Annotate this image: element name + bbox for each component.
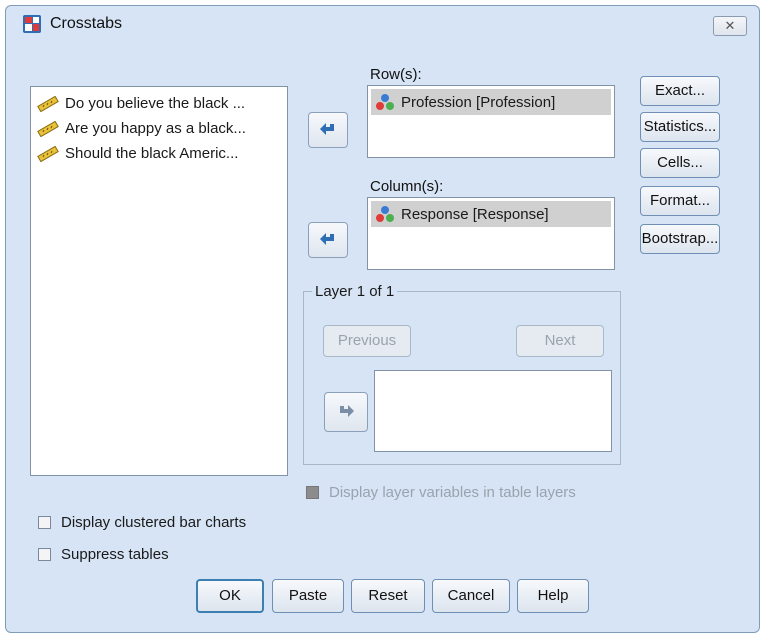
move-to-rows-button[interactable] [308, 112, 348, 148]
checkbox-box [38, 548, 51, 561]
ruler-scale-icon [37, 120, 59, 137]
bootstrap-button[interactable]: Bootstrap... [640, 224, 720, 254]
previous-layer-button[interactable]: Previous [323, 325, 411, 357]
source-variable-list[interactable]: Do you believe the black ... Are you hap… [30, 86, 288, 476]
rows-label: Row(s): [370, 66, 422, 83]
checkbox-label: Display clustered bar charts [61, 514, 247, 531]
list-item[interactable]: Are you happy as a black... [31, 116, 287, 141]
rows-list[interactable]: Profession [Profession] [367, 85, 615, 158]
suppress-tables-checkbox[interactable]: Suppress tables [38, 546, 169, 563]
checkbox-box [306, 486, 319, 499]
columns-list[interactable]: Response [Response] [367, 197, 615, 270]
layer-legend: Layer 1 of 1 [312, 283, 398, 300]
dialog-title: Crosstabs [50, 15, 123, 32]
arrow-right-icon [340, 405, 354, 417]
cells-button[interactable]: Cells... [640, 148, 720, 178]
column-variable-label: Response [Response] [401, 205, 549, 223]
variable-label: Should the black Americ... [65, 145, 239, 162]
list-item[interactable]: Do you believe the black ... [31, 91, 287, 116]
nominal-balls-icon [376, 94, 394, 110]
clustered-bar-charts-checkbox[interactable]: Display clustered bar charts [38, 514, 246, 531]
move-to-layer-button[interactable] [324, 392, 368, 432]
statistics-button[interactable]: Statistics... [640, 112, 720, 142]
close-button[interactable]: ✕ [713, 16, 747, 36]
format-button[interactable]: Format... [640, 186, 720, 216]
close-icon: ✕ [724, 18, 736, 33]
arrow-left-icon [320, 233, 334, 245]
exact-button[interactable]: Exact... [640, 76, 720, 106]
ruler-scale-icon [37, 145, 59, 162]
ruler-scale-icon [37, 95, 59, 112]
help-button[interactable]: Help [517, 579, 589, 613]
checkbox-label: Suppress tables [61, 546, 169, 563]
crosstabs-app-icon [23, 15, 41, 33]
checkbox-label: Display layer variables in table layers [329, 484, 576, 501]
cancel-button[interactable]: Cancel [432, 579, 510, 613]
title-bar: Crosstabs ✕ [6, 6, 759, 40]
row-variable-label: Profession [Profession] [401, 93, 556, 111]
arrow-left-icon [320, 123, 334, 135]
layer-list[interactable] [374, 370, 612, 452]
list-item[interactable]: Should the black Americ... [31, 141, 287, 166]
list-item[interactable]: Response [Response] [371, 201, 611, 227]
variable-label: Are you happy as a black... [65, 120, 246, 137]
next-layer-button[interactable]: Next [516, 325, 604, 357]
ok-button[interactable]: OK [196, 579, 264, 613]
variable-label: Do you believe the black ... [65, 95, 246, 112]
reset-button[interactable]: Reset [351, 579, 425, 613]
nominal-balls-icon [376, 206, 394, 222]
move-to-columns-button[interactable] [308, 222, 348, 258]
checkbox-box [38, 516, 51, 529]
paste-button[interactable]: Paste [272, 579, 344, 613]
columns-label: Column(s): [370, 178, 444, 195]
list-item[interactable]: Profession [Profession] [371, 89, 611, 115]
display-layer-variables-checkbox[interactable]: Display layer variables in table layers [306, 484, 576, 501]
